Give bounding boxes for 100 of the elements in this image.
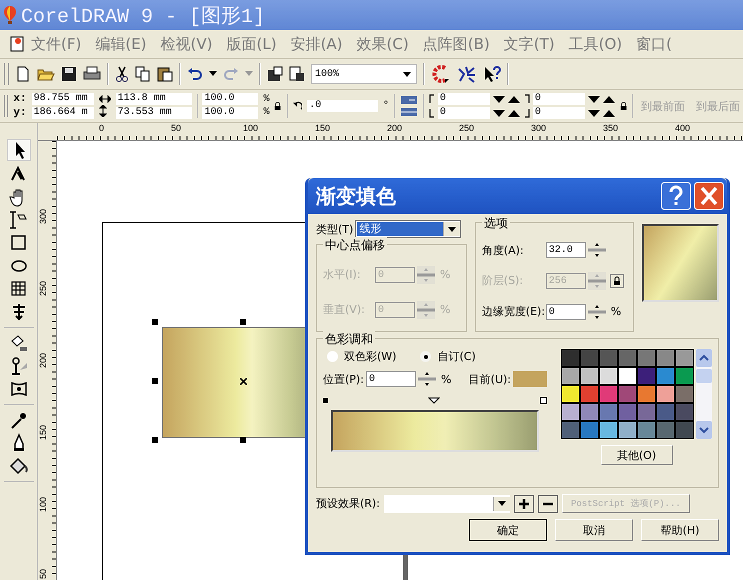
selection-handle[interactable]	[152, 319, 158, 325]
palette-swatch[interactable]	[657, 404, 674, 420]
spin-up-icon[interactable]	[508, 110, 520, 116]
palette-swatch[interactable]	[676, 350, 693, 366]
menu-item[interactable]: 窗口(	[629, 34, 679, 54]
menu-item[interactable]: 效果(C)	[350, 34, 416, 54]
palette-swatch[interactable]	[562, 350, 579, 366]
scissors-icon[interactable]	[115, 66, 129, 82]
palette-swatch[interactable]	[657, 422, 674, 438]
menu-item[interactable]: 点阵图(B)	[416, 34, 497, 54]
radio-button[interactable]: 双色彩(W)	[327, 349, 396, 364]
new-file-icon[interactable]	[15, 66, 31, 82]
palette-swatch[interactable]	[581, 386, 598, 402]
gradient-bar[interactable]	[331, 410, 539, 452]
spin-button[interactable]	[418, 370, 436, 388]
copy-icon[interactable]	[135, 66, 151, 82]
spin-down-icon[interactable]	[588, 96, 600, 102]
spin-up-icon[interactable]	[602, 96, 615, 102]
palette-swatch[interactable]	[619, 368, 636, 384]
help-icon[interactable]	[661, 182, 691, 210]
corner-roundness-field[interactable]: 0	[438, 93, 490, 105]
palette-swatch[interactable]	[657, 386, 674, 402]
caret-icon[interactable]	[209, 71, 217, 77]
palette-swatch[interactable]	[638, 422, 655, 438]
import-icon[interactable]	[267, 66, 283, 82]
lock-icon[interactable]	[620, 101, 628, 111]
y-position-field[interactable]: 186.664 m	[32, 107, 94, 119]
spin-button[interactable]	[588, 302, 606, 321]
palette-swatch[interactable]	[676, 386, 693, 402]
mirror-vertical-icon[interactable]	[400, 107, 418, 117]
pointer-tool-icon[interactable]	[6, 139, 30, 161]
corner-roundness-field[interactable]: 0	[532, 107, 585, 119]
scroll-thumb[interactable]	[696, 369, 712, 383]
undo-icon[interactable]	[187, 67, 203, 81]
other-button[interactable]: 其他(O)	[600, 445, 672, 465]
selection-handle[interactable]	[152, 437, 158, 443]
spin-down-icon[interactable]	[492, 110, 505, 116]
palette-swatch[interactable]	[600, 350, 617, 366]
dialog-button[interactable]: 确定	[469, 519, 547, 541]
rotation-angle-field[interactable]: .0	[307, 100, 378, 112]
position-field[interactable]: 0	[366, 371, 416, 387]
palette-swatch[interactable]	[676, 368, 693, 384]
palette-swatch[interactable]	[581, 368, 598, 384]
palette-swatch[interactable]	[676, 422, 693, 438]
menu-item[interactable]: 安排(A)	[284, 34, 350, 54]
scale-y-field[interactable]: 100.0	[202, 107, 258, 119]
palette-swatch[interactable]	[619, 350, 636, 366]
radio-button[interactable]: 自订(C)	[420, 349, 476, 364]
corner-roundness-field[interactable]: 0	[438, 107, 490, 119]
spin-up-icon[interactable]	[602, 110, 615, 116]
width-field[interactable]: 113.8 mm	[116, 93, 192, 105]
menu-item[interactable]: 版面(L)	[220, 34, 284, 54]
zoom-dropdown[interactable]: 100%	[311, 64, 417, 84]
dialog-button[interactable]: 帮助(H)	[641, 519, 719, 541]
palette-swatch[interactable]	[638, 350, 655, 366]
spin-button[interactable]	[588, 241, 606, 260]
lock-icon[interactable]	[274, 101, 282, 111]
palette-swatch[interactable]	[581, 350, 598, 366]
palette-swatch[interactable]	[562, 422, 579, 438]
menu-item[interactable]: 工具(O)	[562, 34, 630, 54]
menu-item[interactable]: 检视(V)	[154, 34, 220, 54]
palette-swatch[interactable]	[562, 386, 579, 402]
start-marker-icon[interactable]	[323, 398, 328, 402]
spin-down-icon[interactable]	[588, 110, 600, 116]
lock-icon[interactable]	[610, 274, 624, 288]
palette-swatch[interactable]	[562, 368, 579, 384]
printer-icon[interactable]	[83, 66, 101, 82]
menu-item[interactable]: 文件(F)	[24, 34, 88, 54]
palette-swatch[interactable]	[600, 386, 617, 402]
palette-swatch[interactable]	[619, 386, 636, 402]
spin-up-icon[interactable]	[508, 96, 520, 102]
palette-swatch[interactable]	[657, 350, 674, 366]
paste-icon[interactable]	[157, 66, 173, 82]
dialog-button[interactable]: 取消	[555, 519, 633, 541]
x-position-field[interactable]: 98.755 mm	[32, 93, 94, 105]
plus-icon[interactable]	[514, 494, 534, 512]
whats-this-help-icon[interactable]	[483, 65, 501, 83]
palette-swatch[interactable]	[600, 368, 617, 384]
scroll-down-icon[interactable]	[696, 421, 712, 439]
selection-handle[interactable]	[240, 319, 246, 325]
palette-swatch[interactable]	[581, 404, 598, 420]
scroll-up-icon[interactable]	[696, 349, 712, 367]
scale-x-field[interactable]: 100.0	[202, 93, 258, 105]
end-marker-icon[interactable]	[540, 396, 547, 404]
close-icon[interactable]	[694, 182, 724, 210]
corner-roundness-field[interactable]: 0	[532, 93, 585, 105]
palette-swatch[interactable]	[619, 422, 636, 438]
dimension-tool-icon[interactable]	[8, 210, 30, 230]
minus-icon[interactable]	[538, 494, 558, 512]
paint-bucket-tool-icon[interactable]	[8, 456, 30, 476]
spin-down-icon[interactable]	[492, 96, 505, 102]
save-icon[interactable]	[61, 66, 77, 82]
type-dropdown[interactable]: 线形	[355, 220, 462, 238]
menu-item[interactable]: 编辑(E)	[88, 34, 154, 54]
palette-swatch[interactable]	[581, 422, 598, 438]
palette-swatch[interactable]	[638, 386, 655, 402]
export-icon[interactable]	[289, 66, 305, 82]
palette-swatch[interactable]	[657, 368, 674, 384]
palette-swatch[interactable]	[600, 404, 617, 420]
mirror-horizontal-icon[interactable]	[400, 95, 418, 105]
